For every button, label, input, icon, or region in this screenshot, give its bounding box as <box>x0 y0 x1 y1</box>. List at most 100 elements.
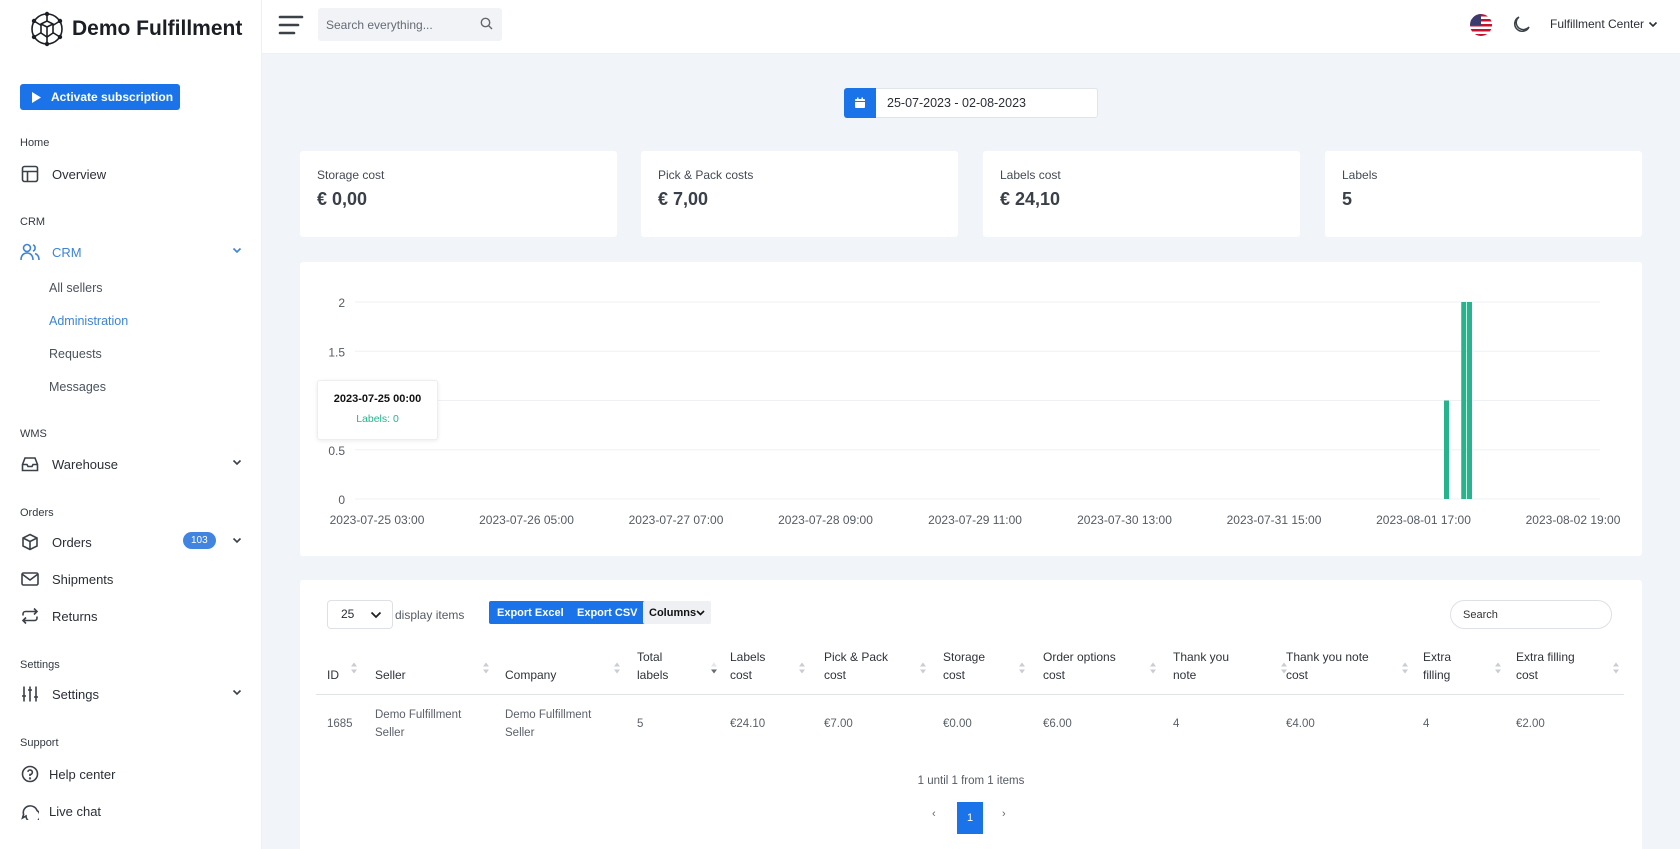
columns-dropdown-button[interactable]: Columns <box>643 601 712 624</box>
stat-card-label: Pick & Pack costs <box>658 168 754 182</box>
header-line: note <box>1173 668 1197 682</box>
sort-arrows-icon[interactable] <box>710 662 718 674</box>
sort-arrows-icon[interactable] <box>482 662 490 674</box>
sidebar-item-live-chat[interactable]: Live chat <box>20 797 242 825</box>
labels-bar-chart: 00.511.522023-07-25 03:002023-07-26 05:0… <box>328 296 1621 527</box>
sort-arrows-icon[interactable] <box>1401 662 1409 674</box>
sort-arrows-icon[interactable] <box>350 662 358 674</box>
header-line: cost <box>1043 668 1066 682</box>
orders-count-badge: 103 <box>183 532 216 549</box>
sidebar-item-crm[interactable]: CRM <box>20 238 242 266</box>
date-range-field[interactable]: 25-07-2023 - 02-08-2023 <box>876 88 1098 118</box>
hamburger-menu-icon[interactable] <box>278 13 304 37</box>
sort-arrows-icon[interactable] <box>1612 662 1620 674</box>
stat-card-label: Labels cost <box>1000 168 1061 182</box>
sort-arrows-icon[interactable] <box>1494 662 1502 674</box>
sidebar: Demo Fulfillment Activate subscription H… <box>0 0 262 849</box>
brand[interactable]: Demo Fulfillment <box>28 10 242 48</box>
cell-seller: Demo Fulfillment Seller <box>375 706 461 742</box>
activate-subscription-button[interactable]: Activate subscription <box>20 84 180 110</box>
chart-x-tick-label: 2023-07-26 05:00 <box>479 513 574 527</box>
chevron-down-icon[interactable] <box>232 245 242 255</box>
column-header-thank-you-note[interactable]: Thank you note <box>1173 648 1229 684</box>
table-search-input[interactable] <box>1450 600 1612 629</box>
column-header-seller[interactable]: Seller <box>375 666 406 684</box>
chart-x-tick-label: 2023-08-02 19:00 <box>1526 513 1621 527</box>
stat-card-value: € 7,00 <box>658 189 709 209</box>
cell-extra-filling: 4 <box>1423 718 1430 730</box>
stat-card-value: € 24,10 <box>1000 189 1061 209</box>
brand-name: Demo Fulfillment <box>72 17 243 40</box>
play-icon <box>32 91 41 103</box>
chart-x-tick-label: 2023-07-28 09:00 <box>778 513 873 527</box>
cell-order-options-cost: €6.00 <box>1043 718 1072 730</box>
sort-arrows-icon[interactable] <box>613 662 621 674</box>
column-header-extra-filling[interactable]: Extra filling <box>1423 648 1451 684</box>
section-label-settings: Settings <box>20 659 60 671</box>
sidebar-item-help-center[interactable]: Help center <box>20 760 242 788</box>
chart-tooltip-body: Labels: 0 <box>356 413 399 425</box>
column-header-total-labels[interactable]: Total labels <box>637 648 668 684</box>
sidebar-subitem-all-sellers[interactable]: All sellers <box>49 281 103 295</box>
cell-line: Demo Fulfillment <box>375 709 462 721</box>
sidebar-item-overview[interactable]: Overview <box>20 160 242 188</box>
sidebar-subitem-requests[interactable]: Requests <box>49 347 102 361</box>
search-icon[interactable] <box>480 17 493 30</box>
column-header-storage-cost[interactable]: Storage cost <box>943 648 985 684</box>
column-header-company[interactable]: Company <box>505 666 556 684</box>
sidebar-subitem-administration[interactable]: Administration <box>49 314 128 328</box>
sidebar-item-label: Orders <box>52 534 92 550</box>
sliders-icon <box>20 684 40 704</box>
sort-arrows-icon[interactable] <box>1280 662 1288 674</box>
layout-icon <box>20 164 40 184</box>
sidebar-item-orders[interactable]: Orders 103 <box>20 528 242 556</box>
chart-tooltip: 2023-07-25 00:00 Labels: 0 <box>317 380 438 440</box>
section-label-home: Home <box>20 137 50 149</box>
sidebar-item-label: Shipments <box>52 571 114 587</box>
column-header-extra-filling-cost[interactable]: Extra filling cost <box>1516 648 1575 684</box>
calendar-icon[interactable] <box>844 88 876 118</box>
export-csv-button[interactable]: Export CSV <box>569 601 646 624</box>
chevron-down-icon <box>696 609 705 616</box>
header-line: cost <box>824 668 847 682</box>
dark-mode-moon-icon[interactable] <box>1512 14 1532 34</box>
pagination-prev-button[interactable]: ‹ <box>932 808 936 820</box>
sort-arrows-icon[interactable] <box>798 662 806 674</box>
column-header-id[interactable]: ID <box>327 666 339 684</box>
sort-arrows-icon[interactable] <box>919 662 927 674</box>
sidebar-subitem-messages[interactable]: Messages <box>49 380 106 394</box>
pagination-page-button[interactable]: 1 <box>957 802 983 834</box>
package-icon <box>20 532 40 552</box>
chevron-down-icon[interactable] <box>232 687 242 697</box>
header-line: Pick & Pack <box>824 650 889 664</box>
account-dropdown[interactable]: Fulfillment Center <box>1550 17 1658 31</box>
sidebar-item-returns[interactable]: Returns <box>20 602 242 630</box>
sidebar-item-shipments[interactable]: Shipments <box>20 565 242 593</box>
column-header-order-options-cost[interactable]: Order options cost <box>1043 648 1116 684</box>
chevron-down-icon <box>1648 21 1658 28</box>
column-header-thank-you-note-cost[interactable]: Thank you note cost <box>1286 648 1369 684</box>
global-search-input[interactable] <box>318 8 502 41</box>
sidebar-item-label: Settings <box>52 686 99 702</box>
stat-card-value: 5 <box>1342 189 1353 209</box>
chart-bar <box>1444 400 1449 499</box>
sort-arrows-icon[interactable] <box>1018 662 1026 674</box>
header-line: Extra <box>1423 650 1452 664</box>
sidebar-item-warehouse[interactable]: Warehouse <box>20 450 242 478</box>
chevron-down-icon[interactable] <box>232 535 242 545</box>
date-range-picker[interactable]: 25-07-2023 - 02-08-2023 <box>844 88 1098 118</box>
header-line: labels <box>637 668 669 682</box>
per-page-select[interactable]: 25 <box>327 600 393 629</box>
sidebar-item-settings[interactable]: Settings <box>20 680 242 708</box>
sidebar-item-label: Overview <box>52 166 107 182</box>
activate-subscription-label: Activate subscription <box>51 90 174 104</box>
chevron-down-icon[interactable] <box>232 457 242 467</box>
chart-bar <box>1467 302 1472 499</box>
pagination-next-button[interactable]: › <box>1002 808 1006 820</box>
export-excel-button[interactable]: Export Excel <box>489 601 572 624</box>
us-flag-icon[interactable] <box>1470 14 1492 36</box>
sort-arrows-icon[interactable] <box>1149 662 1157 674</box>
column-header-pick-pack-cost[interactable]: Pick & Pack cost <box>824 648 888 684</box>
chart-y-tick-label: 0 <box>338 493 345 507</box>
column-header-labels-cost[interactable]: Labels cost <box>730 648 765 684</box>
